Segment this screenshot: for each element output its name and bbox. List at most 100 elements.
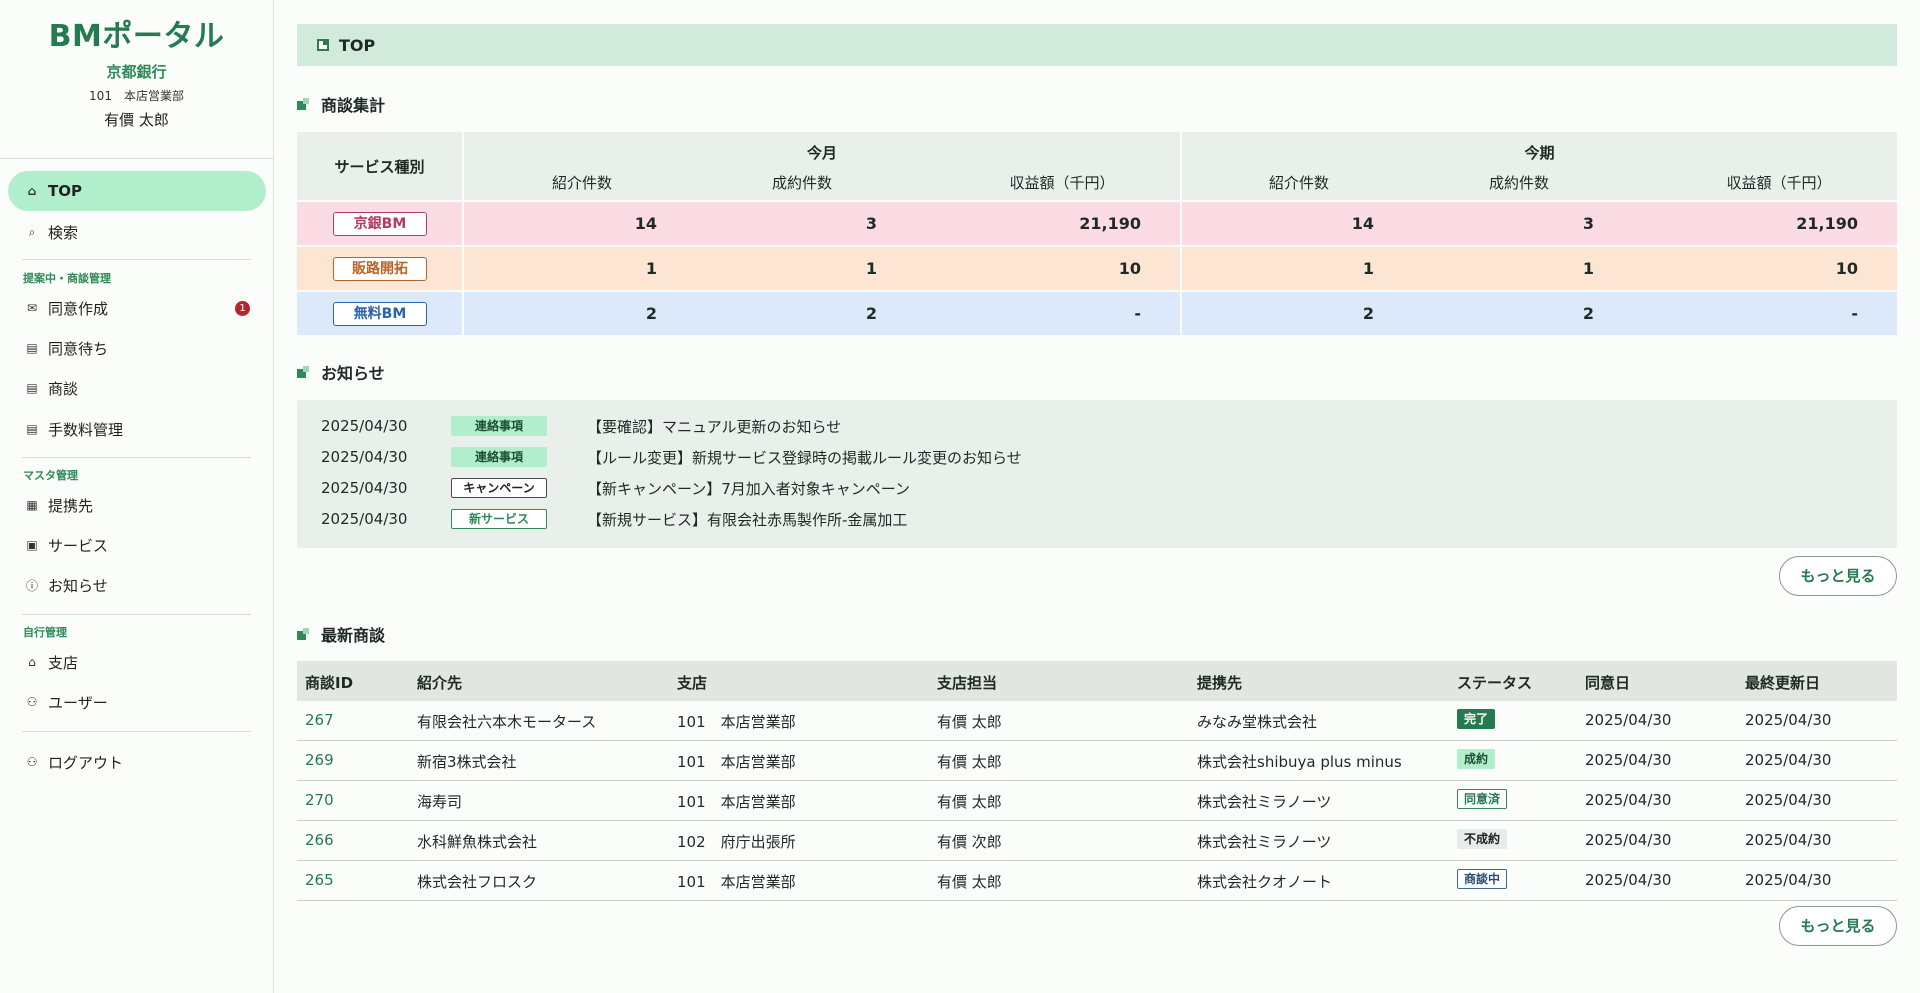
term-contracts-value: 1 [1582, 259, 1594, 278]
sidebar-item-deal[interactable]: ▤ 商談 [8, 368, 266, 408]
column-header-updated-date[interactable]: 最終更新日 [1745, 672, 1820, 693]
app-logo-title: BMポータル [48, 19, 225, 54]
sidebar-item-label: 提携先 [48, 496, 94, 515]
section-label-master: マスタ管理 [23, 469, 78, 482]
column-divider [1180, 132, 1182, 335]
month-contracts-value: 3 [865, 214, 877, 233]
sidebar-item-search[interactable]: ⌕ 検索 [8, 212, 266, 252]
deal-partner: 株式会社ミラノーツ [1197, 833, 1332, 851]
sidebar-item-label: 商談 [48, 379, 79, 398]
document-icon: ▤ [26, 341, 38, 355]
deal-staff: 有價 太郎 [937, 713, 1002, 731]
deal-staff: 有價 次郎 [937, 833, 1002, 851]
divider [22, 259, 251, 260]
term-contracts-value: 3 [1582, 214, 1594, 233]
deal-updated-date: 2025/04/30 [1745, 751, 1832, 769]
sidebar-item-consent-create[interactable]: ✉ 同意作成 1 [8, 288, 266, 328]
sidebar-item-branch[interactable]: ⌂ 支店 [8, 642, 266, 682]
deal-agreed-date: 2025/04/30 [1585, 791, 1672, 809]
sidebar-item-consent-wait[interactable]: ▤ 同意待ち [8, 328, 266, 368]
deal-id-link[interactable]: 266 [305, 831, 334, 849]
sidebar-item-label: サービス [48, 536, 109, 555]
divider [0, 158, 273, 159]
header-month-contracts: 成約件数 [771, 174, 832, 192]
month-revenue-value: 10 [1118, 259, 1141, 278]
notice-title[interactable]: 【新キャンペーン】7月加入者対象キャンペーン [587, 478, 910, 499]
sidebar-item-top[interactable]: ⌂ TOP [8, 171, 266, 211]
status-badge: 商談中 [1457, 869, 1508, 889]
sidebar-item-partner[interactable]: ▦ 提携先 [8, 485, 266, 525]
month-revenue-value: 21,190 [1079, 214, 1141, 233]
month-referrals-value: 1 [645, 259, 657, 278]
column-header-staff[interactable]: 支店担当 [937, 672, 997, 693]
table-row[interactable]: 267 有限会社六本木モータース 101 本店営業部 有價 太郎 みなみ堂株式会… [297, 701, 1897, 741]
table-row[interactable]: 270 海寿司 101 本店営業部 有價 太郎 株式会社ミラノーツ 同意済 20… [297, 781, 1897, 821]
section-icon [297, 628, 309, 640]
document-icon: ▤ [26, 422, 38, 436]
notice-title[interactable]: 【新規サービス】有限会社赤馬製作所-金属加工 [587, 509, 907, 530]
section-title-text: 最新商談 [321, 626, 386, 645]
deal-branch: 101 本店営業部 [677, 713, 796, 731]
deal-partner: みなみ堂株式会社 [1197, 713, 1318, 731]
users-icon: ⚇ [26, 755, 38, 769]
bank-icon: ⌂ [28, 655, 36, 669]
term-referrals-value: 1 [1362, 259, 1374, 278]
page-title: TOP [339, 35, 376, 55]
sidebar-item-users[interactable]: ⚇ ユーザー [8, 682, 266, 722]
notice-title[interactable]: 【要確認】マニュアル更新のお知らせ [587, 416, 841, 437]
sidebar-item-label: 同意待ち [48, 339, 109, 358]
notice-item[interactable]: 2025/04/30 連絡事項 【ルール変更】新規サービス登録時の掲載ルール変更… [321, 447, 1022, 467]
notification-badge: 1 [235, 301, 250, 316]
sidebar-item-fee[interactable]: ▤ 手数料管理 [8, 409, 266, 449]
column-header-partner[interactable]: 提携先 [1197, 672, 1242, 693]
sidebar-item-label: 同意作成 [48, 299, 109, 318]
header-term-referrals: 紹介件数 [1268, 174, 1329, 192]
deal-updated-date: 2025/04/30 [1745, 791, 1832, 809]
table-row[interactable]: 266 水科鮮魚株式会社 102 府庁出張所 有價 次郎 株式会社ミラノーツ 不… [297, 821, 1897, 861]
header-month-revenue: 収益額（千円） [1009, 174, 1115, 192]
column-header-id[interactable]: 商談ID [305, 672, 353, 693]
sidebar-item-notice[interactable]: ⓘ お知らせ [8, 565, 266, 605]
deal-id-link[interactable]: 265 [305, 871, 334, 889]
section-title-notices: お知らせ [297, 360, 385, 384]
deals-more-button[interactable]: もっと見る [1779, 906, 1897, 946]
notice-category-tag: 連絡事項 [451, 447, 547, 467]
sidebar-item-label: 手数料管理 [48, 420, 124, 439]
deals-table-header: 商談ID 紹介先 支店 支店担当 提携先 ステータス 同意日 最終更新日 [297, 661, 1897, 701]
section-label-own: 自行管理 [23, 626, 67, 639]
deal-id-link[interactable]: 267 [305, 711, 334, 729]
term-referrals-value: 14 [1351, 214, 1374, 233]
column-header-client[interactable]: 紹介先 [417, 672, 462, 693]
section-label-proposal: 提案中・商談管理 [23, 272, 111, 285]
table-row[interactable]: 269 新宿3株式会社 101 本店営業部 有價 太郎 株式会社shibuya … [297, 741, 1897, 781]
service-tag: 京銀BM [333, 212, 427, 236]
deal-branch: 101 本店営業部 [677, 753, 796, 771]
deal-id-link[interactable]: 270 [305, 791, 334, 809]
sidebar-item-service[interactable]: ▣ サービス [8, 525, 266, 565]
summary-table: サービス種別 今月 今期 紹介件数 成約件数 収益額（千円） 紹介件数 成約件数… [297, 132, 1897, 335]
notices-more-button[interactable]: もっと見る [1779, 556, 1897, 596]
notice-title[interactable]: 【ルール変更】新規サービス登録時の掲載ルール変更のお知らせ [587, 447, 1022, 468]
notice-item[interactable]: 2025/04/30 新サービス 【新規サービス】有限会社赤馬製作所-金属加工 [321, 509, 907, 529]
term-contracts-value: 2 [1582, 304, 1594, 323]
deal-agreed-date: 2025/04/30 [1585, 871, 1672, 889]
home-icon: ⌂ [27, 184, 37, 198]
column-header-status[interactable]: ステータス [1457, 672, 1532, 693]
status-badge: 不成約 [1457, 829, 1508, 849]
divider [22, 614, 251, 615]
header-term-contracts: 成約件数 [1488, 174, 1549, 192]
sidebar-item-logout[interactable]: ⚇ ログアウト [8, 742, 266, 782]
notice-item[interactable]: 2025/04/30 キャンペーン 【新キャンペーン】7月加入者対象キャンペーン [321, 478, 910, 498]
deal-client: 水科鮮魚株式会社 [417, 833, 538, 851]
section-title-text: 商談集計 [321, 96, 386, 115]
brand-block: BMポータル 京都銀行 101 本店営業部 有價 太郎 [0, 0, 273, 130]
users-icon: ⚇ [26, 695, 38, 709]
table-row[interactable]: 265 株式会社フロスク 101 本店営業部 有價 太郎 株式会社クオノート 商… [297, 861, 1897, 901]
column-header-agreed-date[interactable]: 同意日 [1585, 672, 1630, 693]
term-referrals-value: 2 [1362, 304, 1374, 323]
term-revenue-value: 21,190 [1796, 214, 1858, 233]
summary-row: 京銀BM 14 3 21,190 14 3 21,190 [297, 202, 1897, 245]
column-header-branch[interactable]: 支店 [677, 672, 707, 693]
deal-id-link[interactable]: 269 [305, 751, 334, 769]
notice-item[interactable]: 2025/04/30 連絡事項 【要確認】マニュアル更新のお知らせ [321, 416, 841, 436]
